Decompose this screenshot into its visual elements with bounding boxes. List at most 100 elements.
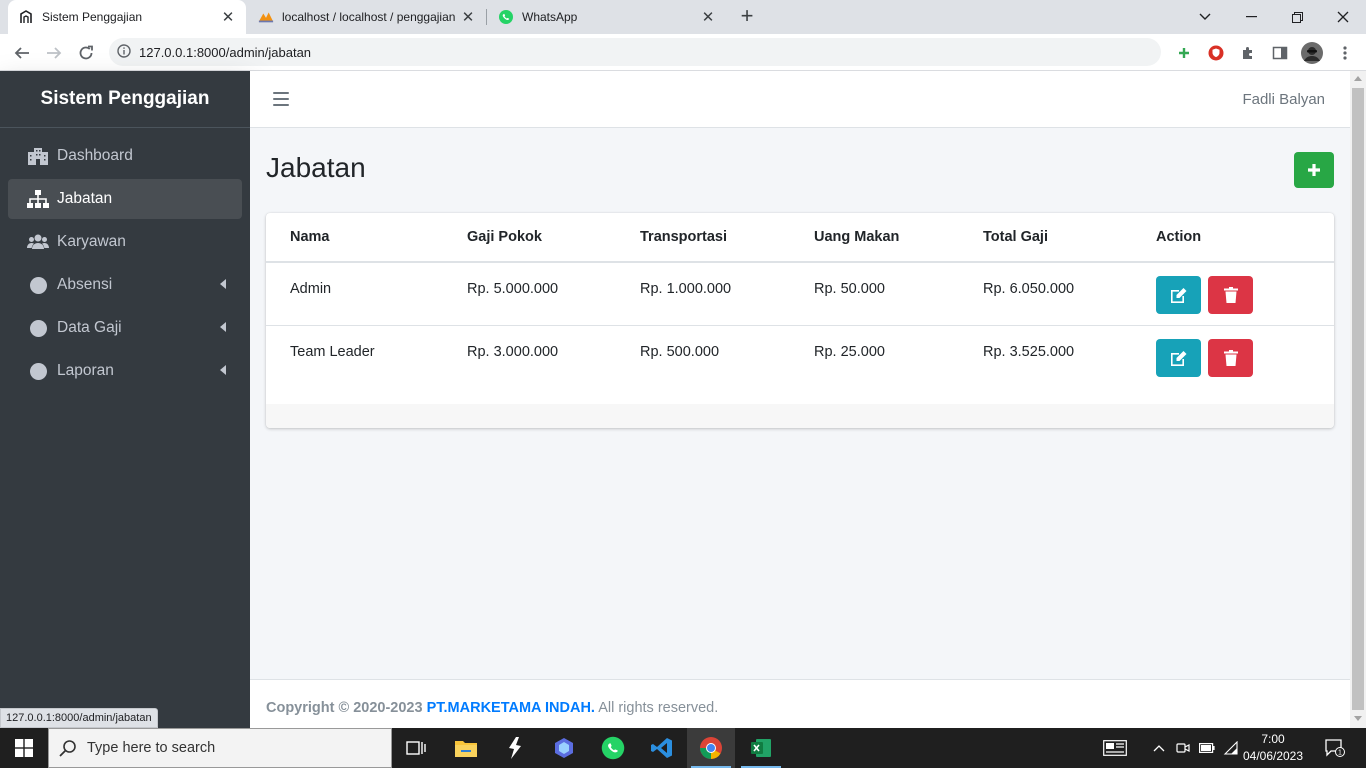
jabatan-table: Nama Gaji Pokok Transportasi Uang Makan … xyxy=(266,213,1334,388)
table-header-row: Nama Gaji Pokok Transportasi Uang Makan … xyxy=(266,213,1334,263)
new-tab-plus-icon[interactable]: + xyxy=(734,4,760,30)
side-panel-icon[interactable] xyxy=(1270,43,1290,63)
edit-icon xyxy=(1170,350,1186,366)
chrome-taskbar-icon[interactable] xyxy=(687,728,735,768)
site-info-icon[interactable] xyxy=(109,43,139,61)
restore-icon[interactable] xyxy=(1274,0,1320,34)
sidebar-item-absensi[interactable]: Absensi xyxy=(8,265,242,305)
clock-date: 04/06/2023 xyxy=(1242,749,1304,763)
close-tab-icon[interactable]: ✕ xyxy=(220,8,236,26)
trash-icon xyxy=(1223,287,1238,303)
cell-uang-makan: Rp. 25.000 xyxy=(814,343,885,360)
browser-toolbar: 127.0.0.1:8000/admin/jabatan xyxy=(0,34,1366,93)
sitemap-icon xyxy=(27,190,49,208)
content-area: Jabatan Nama Gaji Pokok Transportasi Uan… xyxy=(250,128,1350,679)
url-text: 127.0.0.1:8000/admin/jabatan xyxy=(139,44,312,60)
clock-time: 7:00 xyxy=(1261,732,1285,746)
cell-gaji-pokok: Rp. 3.000.000 xyxy=(467,343,559,360)
sublime-app-icon[interactable] xyxy=(491,728,539,768)
sidebar-nav: Dashboard Jabatan Karyawan Absensi Data … xyxy=(0,128,250,402)
column-header: Uang Makan xyxy=(790,213,959,263)
sidebar-item-data-gaji[interactable]: Data Gaji xyxy=(8,308,242,348)
search-icon xyxy=(49,739,87,757)
shield-extension-icon[interactable] xyxy=(1206,43,1226,63)
tab-separator xyxy=(486,9,487,25)
whatsapp-taskbar-icon[interactable] xyxy=(589,728,637,768)
notification-center-icon[interactable]: 1 xyxy=(1320,728,1350,768)
news-widget-icon[interactable] xyxy=(1100,728,1130,768)
sidebar-item-laporan[interactable]: Laporan xyxy=(8,351,242,391)
rights-text: All rights reserved. xyxy=(598,700,719,716)
taskbar-clock[interactable]: 7:00 04/06/2023 xyxy=(1238,731,1308,765)
sidebar-item-label: Jabatan xyxy=(57,190,113,207)
card-footer xyxy=(266,404,1334,428)
tab-search-chevron-icon[interactable] xyxy=(1182,0,1228,34)
trash-icon xyxy=(1223,349,1238,366)
edit-button[interactable] xyxy=(1156,276,1201,314)
app-hexagon-icon[interactable] xyxy=(540,728,588,768)
cell-uang-makan: Rp. 50.000 xyxy=(790,262,959,326)
building-icon xyxy=(27,147,49,165)
company-link[interactable]: PT.MARKETAMA INDAH. xyxy=(427,700,595,716)
sidebar-item-jabatan[interactable]: Jabatan xyxy=(8,179,242,219)
sidebar-item-dashboard[interactable]: Dashboard xyxy=(8,136,242,176)
sidebar-item-label: Data Gaji xyxy=(57,319,122,336)
address-bar[interactable]: 127.0.0.1:8000/admin/jabatan xyxy=(109,38,1161,66)
add-jabatan-button[interactable] xyxy=(1294,152,1334,188)
user-name[interactable]: Fadli Balyan xyxy=(1242,91,1325,108)
circle-icon xyxy=(27,319,49,337)
back-arrow-icon[interactable] xyxy=(10,41,34,65)
plus-icon xyxy=(1308,164,1320,176)
minimize-icon[interactable] xyxy=(1228,0,1274,34)
close-tab-icon[interactable]: ✕ xyxy=(460,8,476,26)
puzzle-extensions-icon[interactable] xyxy=(1238,43,1258,63)
windows-start-icon[interactable] xyxy=(0,728,48,768)
delete-button[interactable] xyxy=(1208,276,1253,314)
scroll-down-arrow-icon[interactable] xyxy=(1354,716,1362,721)
link-status-bar: 127.0.0.1:8000/admin/jabatan xyxy=(0,708,158,728)
cell-transportasi: Rp. 1.000.000 xyxy=(616,262,790,326)
page-footer: Copyright © 2020-2023 PT.MARKETAMA INDAH… xyxy=(250,679,1350,728)
forward-arrow-icon[interactable] xyxy=(42,41,66,65)
sidebar-item-label: Laporan xyxy=(57,362,114,379)
sidebar-item-karyawan[interactable]: Karyawan xyxy=(8,222,242,262)
excel-icon[interactable] xyxy=(737,728,785,768)
column-header: Nama xyxy=(266,213,443,263)
hamburger-menu-icon[interactable] xyxy=(273,92,289,106)
sidebar-item-label: Karyawan xyxy=(57,233,126,250)
sidebar-item-label: Dashboard xyxy=(57,147,133,164)
column-header: Gaji Pokok xyxy=(443,213,616,263)
page-title: Jabatan xyxy=(266,152,366,183)
whatsapp-icon xyxy=(498,9,514,25)
table-row: Team Leader Rp. 3.000.000 Rp. 500.000 Rp… xyxy=(266,325,1334,388)
column-header: Transportasi xyxy=(616,213,790,263)
show-hidden-icons-chevron-icon[interactable] xyxy=(1150,728,1168,768)
profile-avatar-icon[interactable] xyxy=(1301,42,1323,64)
site-favicon-icon xyxy=(18,9,34,25)
brand-title[interactable]: Sistem Penggajian xyxy=(0,71,250,128)
file-explorer-icon[interactable] xyxy=(442,728,490,768)
battery-icon[interactable] xyxy=(1198,728,1216,768)
meet-now-icon[interactable] xyxy=(1174,728,1192,768)
close-window-icon[interactable] xyxy=(1320,0,1366,34)
search-placeholder: Type here to search xyxy=(87,740,216,756)
tab-phpmyadmin[interactable]: localhost / localhost / penggajian ✕ xyxy=(248,0,486,34)
edit-button[interactable] xyxy=(1156,338,1201,377)
task-view-icon[interactable] xyxy=(392,728,440,768)
delete-button[interactable] xyxy=(1208,338,1253,377)
cell-nama: Admin xyxy=(266,262,443,326)
tab-sistem-penggajian[interactable]: Sistem Penggajian ✕ xyxy=(8,0,246,34)
chrome-menu-icon[interactable] xyxy=(1335,43,1355,63)
tab-title: localhost / localhost / penggajian xyxy=(282,10,456,24)
cell-gaji-pokok: Rp. 5.000.000 xyxy=(443,262,616,326)
scrollbar-thumb[interactable] xyxy=(1352,88,1364,710)
page-scrollbar[interactable] xyxy=(1350,71,1366,728)
extension-plus-icon[interactable] xyxy=(1174,43,1194,63)
vscode-icon[interactable] xyxy=(638,728,686,768)
close-tab-icon[interactable]: ✕ xyxy=(700,8,716,26)
caret-left-icon xyxy=(220,322,226,332)
reload-icon[interactable] xyxy=(74,41,98,65)
scroll-up-arrow-icon[interactable] xyxy=(1354,76,1362,81)
taskbar-search-box[interactable]: Type here to search xyxy=(48,728,392,768)
tab-whatsapp[interactable]: WhatsApp ✕ xyxy=(488,0,726,34)
